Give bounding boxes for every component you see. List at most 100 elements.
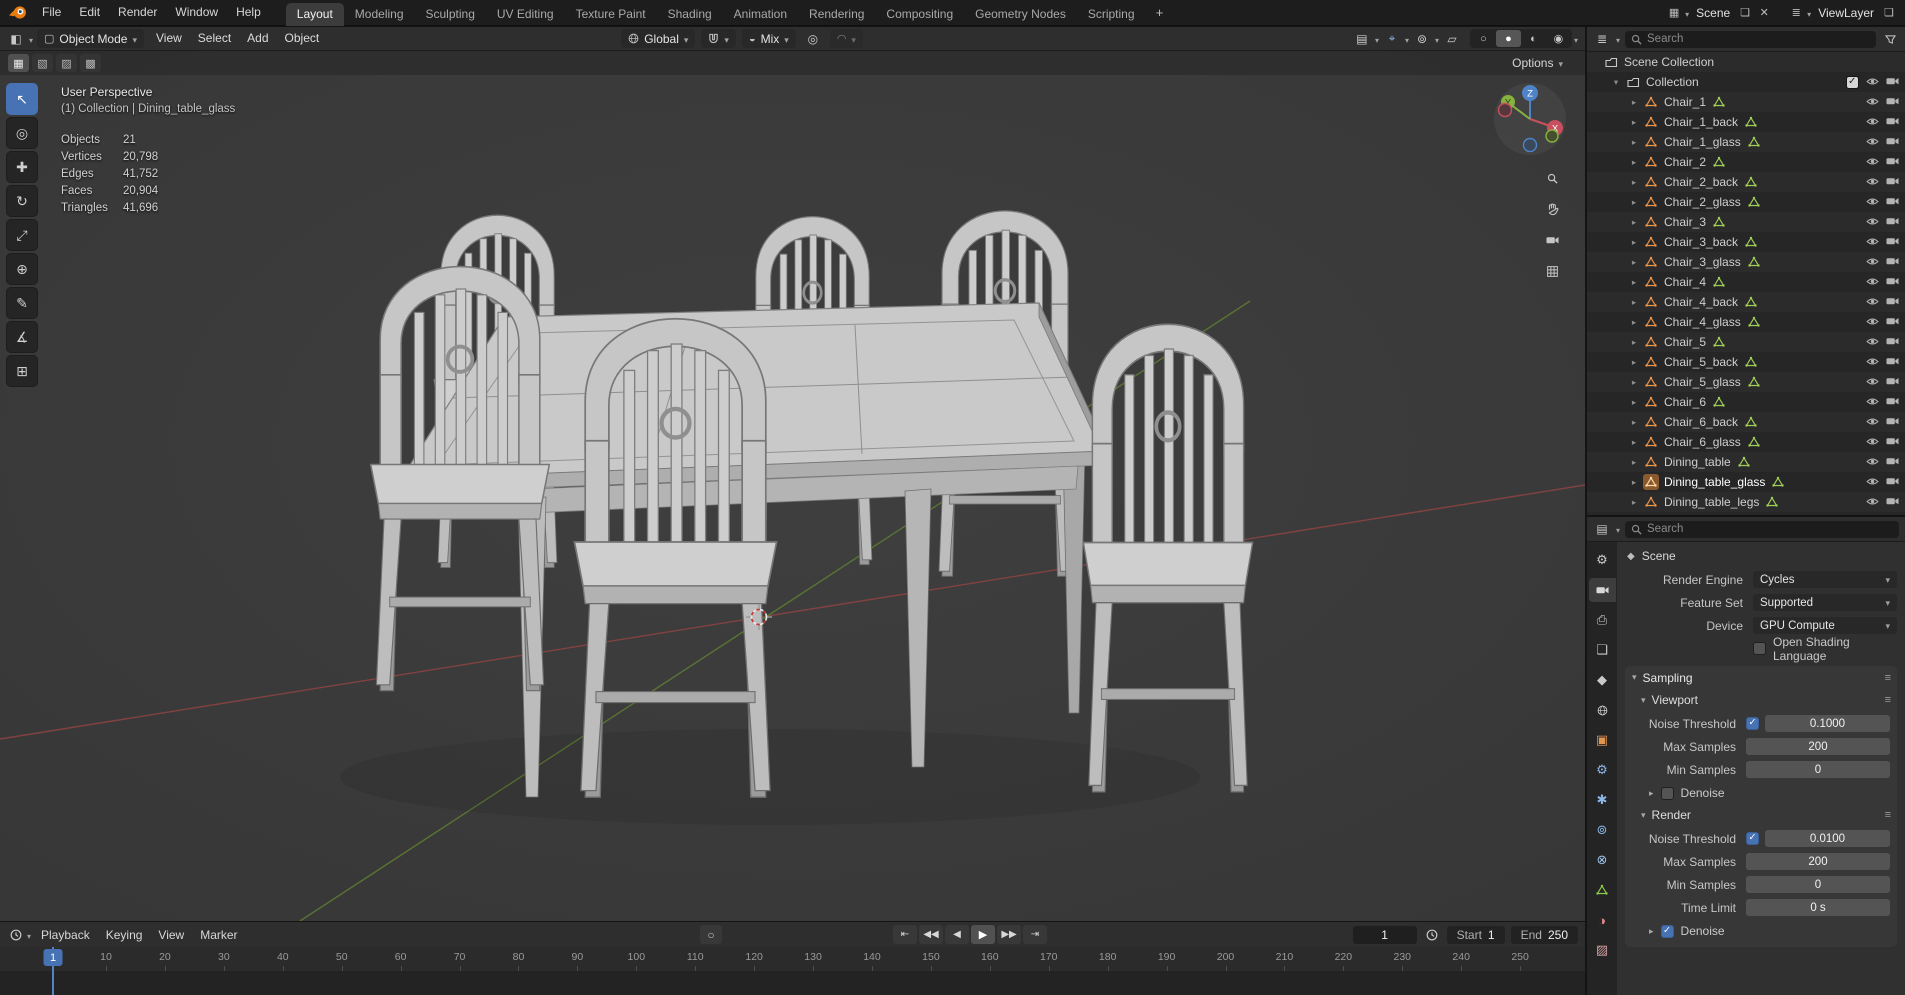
hide-in-viewport-icon[interactable]: [1866, 255, 1879, 269]
outliner-row[interactable]: Chair_2_glass: [1587, 192, 1905, 212]
device-dropdown[interactable]: GPU Compute: [1753, 617, 1897, 634]
gizmos-toggle[interactable]: ⌖: [1381, 29, 1403, 48]
properties-tab-view-layer[interactable]: ❏: [1589, 638, 1616, 662]
hide-in-viewport-icon[interactable]: [1866, 275, 1879, 289]
properties-editor-icon[interactable]: ▤: [1593, 520, 1611, 538]
disable-in-renders-icon[interactable]: [1886, 255, 1899, 269]
render-min-samples-field[interactable]: 0: [1746, 876, 1890, 893]
tool-cursor[interactable]: ◎: [6, 117, 38, 149]
viewport-max-samples-field[interactable]: 200: [1746, 738, 1890, 755]
properties-tab-constraints[interactable]: ⊗: [1589, 848, 1616, 872]
outliner-row-collection[interactable]: Collection: [1587, 72, 1905, 92]
workspace-tab-sculpting[interactable]: Sculpting: [415, 3, 486, 26]
disable-in-renders-icon[interactable]: [1886, 495, 1899, 509]
tool-rotate[interactable]: ↻: [6, 185, 38, 217]
workspace-tab-texture-paint[interactable]: Texture Paint: [565, 3, 657, 26]
viewport-3d[interactable]: ▦▧▨▩ Options ↖◎✚↻⤢⊕✎∡⊞ User Perspective …: [0, 51, 1585, 921]
outliner-row[interactable]: Chair_3_glass: [1587, 252, 1905, 272]
timeline-body[interactable]: [0, 971, 1585, 995]
workspace-tab-compositing[interactable]: Compositing: [875, 3, 964, 26]
viewlayer-icon[interactable]: ≣: [1788, 4, 1804, 22]
outliner-row-scene-collection[interactable]: Scene Collection: [1587, 52, 1905, 72]
disable-in-renders-icon[interactable]: [1886, 355, 1899, 369]
workspace-tab-animation[interactable]: Animation: [723, 3, 798, 26]
expand-arrow-icon[interactable]: [1609, 77, 1623, 88]
shading-wireframe-button[interactable]: ○: [1471, 30, 1496, 47]
expand-arrow-icon[interactable]: [1627, 137, 1641, 148]
disable-in-renders-icon[interactable]: [1886, 175, 1899, 189]
menu-render[interactable]: Render: [109, 0, 166, 25]
menu-file[interactable]: File: [33, 0, 70, 25]
outliner-row[interactable]: Dining_table_legs: [1587, 492, 1905, 512]
disable-in-renders-icon[interactable]: [1886, 115, 1899, 129]
overlays-toggle[interactable]: ⊚: [1411, 29, 1433, 48]
tool-measure[interactable]: ∡: [6, 321, 38, 353]
feature-set-dropdown[interactable]: Supported: [1753, 594, 1897, 611]
snap-target-dropdown[interactable]: ◒ Mix: [741, 29, 796, 48]
disable-in-renders-icon[interactable]: [1886, 275, 1899, 289]
disable-in-renders-icon[interactable]: [1886, 415, 1899, 429]
outliner-row[interactable]: Chair_6_glass: [1587, 432, 1905, 452]
breadcrumb[interactable]: ◆ Scene: [1625, 545, 1897, 567]
expand-arrow-icon[interactable]: [1627, 217, 1641, 228]
expand-arrow-icon[interactable]: [1627, 457, 1641, 468]
axis-z-neg-ball[interactable]: [1522, 137, 1538, 153]
timeline-menu-view[interactable]: View: [150, 923, 192, 947]
viewport-denoise-row[interactable]: Denoise: [1625, 782, 1897, 804]
axis-x-neg-ball[interactable]: [1497, 102, 1513, 118]
scene-chevron-icon[interactable]: [1685, 6, 1689, 20]
chevron-down-icon[interactable]: [1375, 32, 1379, 46]
workspace-tab-geometry-nodes[interactable]: Geometry Nodes: [964, 3, 1077, 26]
viewport-menu-add[interactable]: Add: [239, 27, 276, 50]
falloff-dropdown[interactable]: ◠: [829, 29, 863, 48]
expand-arrow-icon[interactable]: [1627, 377, 1641, 388]
hide-in-viewport-icon[interactable]: [1866, 495, 1879, 509]
disable-in-renders-icon[interactable]: [1886, 435, 1899, 449]
expand-arrow-icon[interactable]: [1627, 177, 1641, 188]
properties-tab-tool[interactable]: ⚙: [1589, 548, 1616, 572]
outliner-row[interactable]: Chair_2: [1587, 152, 1905, 172]
shading-chevron-icon[interactable]: [1574, 32, 1578, 46]
select-mode-extend-icon[interactable]: ▧: [32, 54, 53, 72]
expand-arrow-icon[interactable]: [1627, 117, 1641, 128]
expand-arrow-icon[interactable]: [1627, 417, 1641, 428]
menu-help[interactable]: Help: [227, 0, 270, 25]
menu-window[interactable]: Window: [166, 0, 227, 25]
chevron-down-icon[interactable]: [1616, 522, 1620, 536]
shading-solid-button[interactable]: ●: [1495, 30, 1521, 47]
sampling-presets-icon[interactable]: ≡: [1885, 672, 1892, 684]
hide-in-viewport-icon[interactable]: [1866, 335, 1879, 349]
hide-in-viewport-icon[interactable]: [1866, 395, 1879, 409]
outliner-row[interactable]: Chair_3_back: [1587, 232, 1905, 252]
tool-move[interactable]: ✚: [6, 151, 38, 183]
editor-type-button[interactable]: ◧: [7, 30, 25, 48]
disable-in-renders-icon[interactable]: [1886, 95, 1899, 109]
disable-in-renders-icon[interactable]: [1886, 75, 1899, 89]
hide-in-viewport-icon[interactable]: [1866, 75, 1879, 89]
hide-in-viewport-icon[interactable]: [1866, 315, 1879, 329]
time-limit-field[interactable]: 0 s: [1746, 899, 1890, 916]
add-workspace-button[interactable]: +: [1150, 3, 1170, 23]
disable-in-renders-icon[interactable]: [1886, 295, 1899, 309]
properties-tab-scene[interactable]: ◆: [1589, 668, 1616, 692]
outliner-row[interactable]: Chair_3: [1587, 212, 1905, 232]
disable-in-renders-icon[interactable]: [1886, 135, 1899, 149]
disable-in-renders-icon[interactable]: [1886, 375, 1899, 389]
navigation-gizmo[interactable]: Z X Y: [1492, 81, 1568, 157]
outliner-row[interactable]: Chair_6: [1587, 392, 1905, 412]
hide-in-viewport-icon[interactable]: [1866, 195, 1879, 209]
menu-edit[interactable]: Edit: [70, 0, 109, 25]
outliner-row[interactable]: Chair_6_back: [1587, 412, 1905, 432]
workspace-tab-shading[interactable]: Shading: [657, 3, 723, 26]
expand-arrow-icon[interactable]: [1627, 397, 1641, 408]
hide-in-viewport-icon[interactable]: [1866, 475, 1879, 489]
play-button[interactable]: ▶: [971, 925, 995, 944]
tool-add-cube[interactable]: ⊞: [6, 355, 38, 387]
hide-in-viewport-icon[interactable]: [1866, 135, 1879, 149]
expand-arrow-icon[interactable]: [1627, 437, 1641, 448]
zoom-button[interactable]: [1541, 167, 1563, 189]
expand-arrow-icon[interactable]: [1627, 477, 1641, 488]
expand-arrow-icon[interactable]: [1627, 357, 1641, 368]
pan-button[interactable]: [1541, 198, 1563, 220]
tool-transform[interactable]: ⊕: [6, 253, 38, 285]
